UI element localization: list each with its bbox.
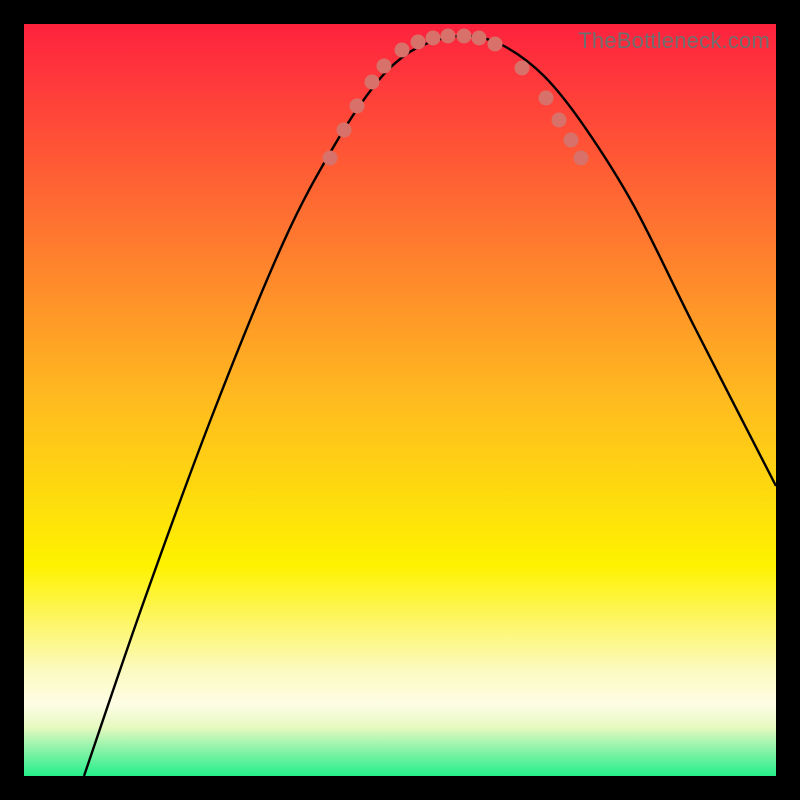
curve-marker: [323, 151, 338, 166]
curve-marker: [441, 29, 456, 44]
curve-marker: [574, 151, 589, 166]
chart-frame: TheBottleneck.com: [24, 24, 776, 776]
curve-marker: [552, 113, 567, 128]
curve-marker: [472, 31, 487, 46]
curve-marker: [350, 99, 365, 114]
curve-marker: [411, 35, 426, 50]
curve-marker: [457, 29, 472, 44]
curve-marker: [395, 43, 410, 58]
curve-marker: [564, 133, 579, 148]
curve-marker: [426, 31, 441, 46]
curve-marker: [515, 61, 530, 76]
curve-marker: [488, 37, 503, 52]
curve-marker: [365, 75, 380, 90]
curve-marker: [337, 123, 352, 138]
curve-marker: [539, 91, 554, 106]
curve-marker: [377, 59, 392, 74]
bottleneck-curve: [24, 24, 776, 776]
